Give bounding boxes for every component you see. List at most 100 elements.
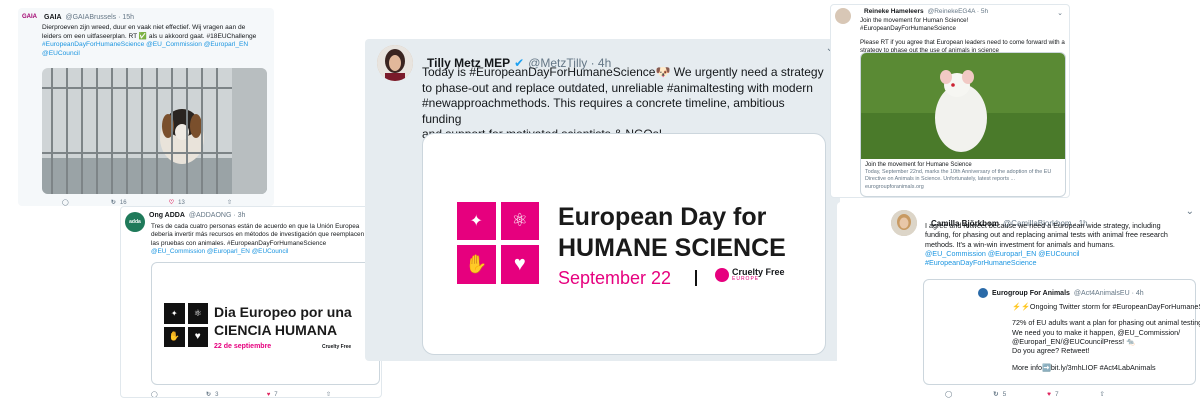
card-title-line2: HUMANE SCIENCE xyxy=(558,234,786,262)
retweet-button[interactable]: ↻ 5 xyxy=(993,390,1006,399)
text-line: to phase-out and replace outdated, unrel… xyxy=(422,80,813,95)
card-date: 22 de septiembre xyxy=(214,343,272,350)
tweet-actions: ◯ ↻ 5 ♥ 7 ⇧ xyxy=(945,390,1105,399)
text-line[interactable]: More info➡️bit.ly/3mhLIOF #Act4LabAnimal… xyxy=(1012,363,1200,372)
card-title: Join the movement for Humane Science xyxy=(865,162,972,168)
text-line xyxy=(1012,356,1200,363)
author-handle[interactable]: @GAIABrussels · 15h xyxy=(66,14,135,21)
retweet-count: 16 xyxy=(119,199,127,206)
retweet-icon: ↻ xyxy=(993,391,999,398)
like-button[interactable]: ♥ 7 xyxy=(1047,391,1058,398)
card-date: September 22 xyxy=(558,268,672,288)
campaign-card-es[interactable]: ✦ ⚛ ✋ ♥ Dia Europeo por una CIENCIA HUMA… xyxy=(151,262,380,385)
text-line: Dierproeven zijn wreed, duur en vaak nie… xyxy=(42,24,246,31)
text-line: Do you agree? Retweet! xyxy=(1012,346,1090,356)
quote-author-name[interactable]: Eurogroup For Animals xyxy=(992,290,1070,297)
logo-tiles: ✦ ⚛ ✋ ♥ xyxy=(164,303,208,347)
text-line: @Europarl_EN/@EUCouncilPress! 🐀 xyxy=(1012,337,1136,347)
text-line: ⚡⚡Ongoing Twitter storm for #EuropeanDay… xyxy=(1012,302,1200,311)
text-line[interactable]: #EuropeanDayForHumaneScience @EU_Commiss… xyxy=(42,41,268,50)
heart-tile-icon: ♥ xyxy=(500,244,539,284)
link-card[interactable]: Join the movement for Humane Science Tod… xyxy=(860,52,1066,197)
tweet-text: Tres de cada cuatro personas están de ac… xyxy=(151,223,377,256)
logo-text: Cruelty Free EUROPE xyxy=(732,268,785,282)
text-line: Today is #EuropeanDayForHumaneScience🐶 W… xyxy=(422,65,824,79)
quote-header: Eurogroup For Animals @Act4AnimalsEU · 4… xyxy=(978,288,1144,298)
text-line[interactable]: @EU_Commission @Europarl_EN @EUCouncil xyxy=(925,249,1195,258)
like-button[interactable]: ♥ 7 xyxy=(267,392,278,398)
text-line: Join the movement for Human Science! #Eu… xyxy=(860,17,969,33)
avatar[interactable] xyxy=(377,45,413,81)
tweet-adda[interactable]: adda Ong ADDA @ADDAONG · 3h Tres de cada… xyxy=(120,206,382,398)
text-line[interactable]: @EUCouncil xyxy=(42,50,268,59)
atom-icon: ⚛ xyxy=(500,202,539,240)
avatar[interactable]: adda xyxy=(125,212,145,232)
campaign-card-en[interactable]: ✦ ⚛ ✋ ♥ European Day for HUMANE SCIENCE … xyxy=(422,133,826,355)
text-line: 72% of EU adults want a plan for phasing… xyxy=(1012,318,1200,328)
text-line[interactable]: #EuropeanDayForHumaneScience xyxy=(925,258,1195,267)
text-line: We need you to make it happen, @EU_Commi… xyxy=(1012,327,1181,337)
card-title-line2: CIENCIA HUMANA xyxy=(214,322,338,338)
share-icon[interactable]: ⇧ xyxy=(227,199,232,206)
text-line: Tres de cada cuatro personas están de ac… xyxy=(151,223,360,230)
retweet-button[interactable]: ↻ 3 xyxy=(206,391,218,398)
heart-icon: ♡ xyxy=(168,200,175,206)
text-line: debería invertir más recursos en métodos… xyxy=(151,231,365,239)
tweet-camilla[interactable]: Camilla Björkbom @CamillaBjorkbom · 1h ⌄… xyxy=(837,202,1200,400)
logo-sub: EUROPE xyxy=(732,276,760,282)
heart-icon: ♥ xyxy=(1047,390,1051,398)
like-count: 7 xyxy=(1055,390,1059,398)
like-button[interactable]: ♡ 13 xyxy=(168,199,185,207)
avatar[interactable]: GAIA xyxy=(22,14,40,20)
retweet-icon: ↻ xyxy=(206,392,212,398)
quote-author-handle[interactable]: @Act4AnimalsEU · 4h xyxy=(1074,290,1144,297)
text-line: funding, for phasing out and replacing a… xyxy=(925,230,1168,240)
share-icon[interactable]: ⇧ xyxy=(1100,390,1105,398)
divider xyxy=(695,270,697,286)
beagle-cage-photo[interactable] xyxy=(42,68,267,194)
tweet-header: GAIA GAIA @GAIABrussels · 15h xyxy=(22,14,134,21)
card-domain: eurogroupforanimals.org xyxy=(865,183,924,190)
like-count: 7 xyxy=(274,391,278,398)
retweet-count: 3 xyxy=(215,391,219,398)
reply-icon[interactable]: ◯ xyxy=(62,199,69,206)
reply-icon[interactable]: ◯ xyxy=(945,390,952,398)
author-handle[interactable]: @ADDAONG · 3h xyxy=(189,212,246,219)
text-line: Please RT if you agree that European lea… xyxy=(860,39,1065,47)
tweet-text: I agree and retweet because we need a Eu… xyxy=(925,221,1195,268)
text-line: leiders om een uitfaseerplan. RT ✅ als u… xyxy=(42,32,257,40)
tweet-tilly-metz[interactable]: Tilly Metz MEP ✔ @MetzTilly · 4h ⌄ Today… xyxy=(365,39,840,361)
bunny-icon xyxy=(715,268,729,282)
avatar[interactable] xyxy=(835,8,851,24)
text-line[interactable]: @EU_Commission @Europarl_EN @EUCouncil xyxy=(151,248,377,256)
author-name[interactable]: Reineke Hameleers xyxy=(864,8,924,15)
author-name[interactable]: GAIA xyxy=(44,14,62,21)
like-count: 13 xyxy=(178,199,185,206)
hand-icon: ✋ xyxy=(164,326,185,347)
tweet-reineke[interactable]: Reineke Hameleers @ReinekeEG4A · 5h ⌄ Jo… xyxy=(830,4,1070,198)
avatar[interactable] xyxy=(891,210,917,236)
tweet-gaia[interactable]: GAIA GAIA @GAIABrussels · 15h Dierproeve… xyxy=(18,8,274,206)
avatar[interactable] xyxy=(978,288,988,298)
tweet-text: Today is #EuropeanDayForHumaneScience🐶 W… xyxy=(422,65,827,143)
reply-icon[interactable]: ◯ xyxy=(151,391,158,397)
atom-icon: ⚛ xyxy=(187,303,208,324)
author-name[interactable]: Ong ADDA xyxy=(149,212,185,219)
author-handle[interactable]: @ReinekeEG4A · 5h xyxy=(928,8,988,15)
logo-tiles: ✦ ⚛ ✋ ♥ xyxy=(457,202,539,284)
stars-icon: ✦ xyxy=(457,202,496,240)
cruelty-free-logo: Cruelty Free EUROPE xyxy=(715,268,785,282)
quoted-tweet[interactable]: Eurogroup For Animals @Act4AnimalsEU · 4… xyxy=(923,279,1200,385)
card-description: Today, September 22nd, marks the 10th An… xyxy=(865,169,1052,182)
chevron-down-icon[interactable]: ⌄ xyxy=(1057,9,1063,17)
rat-photo xyxy=(861,53,1065,159)
retweet-icon: ↻ xyxy=(110,200,116,206)
share-icon[interactable]: ⇧ xyxy=(326,391,331,397)
text-line: I agree and retweet because we need a Eu… xyxy=(925,221,1161,230)
tweet-actions: ◯ ↻ 16 ♡ 13 ⇧ xyxy=(62,199,232,207)
quote-text: ⚡⚡Ongoing Twitter storm for #EuropeanDay… xyxy=(1012,302,1200,372)
text-line: las pruebas con animales. #EuropeanDayFo… xyxy=(151,239,327,247)
chevron-down-icon[interactable]: ⌄ xyxy=(1186,206,1194,217)
card-title-line1: European Day for xyxy=(558,203,767,231)
retweet-button[interactable]: ↻ 16 xyxy=(110,199,127,207)
